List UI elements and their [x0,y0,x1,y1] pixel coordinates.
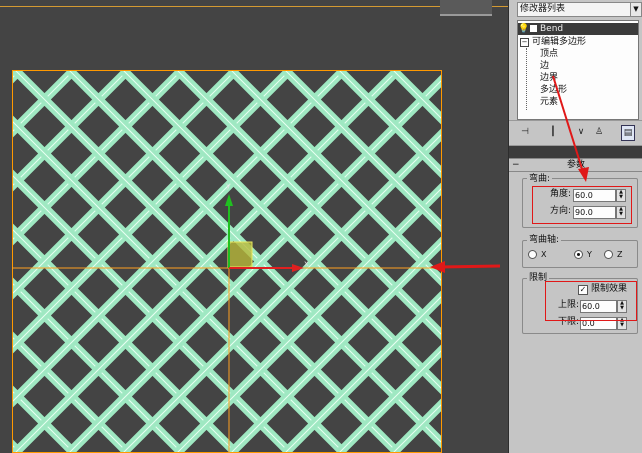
panel-separator [509,146,642,158]
highlight-box-limits [545,281,637,321]
radio-axis-z[interactable] [604,250,613,259]
viewport[interactable]: y x [0,0,508,453]
sub-object-edge[interactable]: 边 [540,60,549,72]
sub-object-vertex[interactable]: 顶点 [540,48,558,60]
parameters-rollout-header[interactable]: − 参数 [509,158,642,172]
radio-axis-y[interactable] [574,250,583,259]
mesh-svg: y x [12,70,442,453]
stack-item-editable-poly-label: 可编辑多边形 [532,37,587,47]
bend-group-title: 弯曲: [527,174,553,184]
viewport-top-border [0,0,508,7]
viewcube-icon[interactable] [440,0,492,16]
parameters-title: 参数 [567,160,586,170]
sub-object-polygon[interactable]: 多边形 [540,84,567,96]
lightbulb-icon[interactable]: 💡 [518,23,529,35]
modifier-stack[interactable]: 💡 Bend − 可编辑多边形 顶点 边 边界 多边形 元素 [517,20,639,120]
sub-object-border[interactable]: 边界 [540,72,558,84]
remove-modifier-icon[interactable]: ♙ [593,125,605,139]
configure-sets-icon[interactable]: ▤ [621,125,635,141]
tree-line [526,48,527,110]
axis-y-label: Y [587,250,592,259]
gizmo-y-arrow-icon [225,194,233,206]
gizmo-x-label: x [304,259,309,268]
highlight-box-bend [532,186,632,224]
radio-axis-x[interactable] [528,250,537,259]
lattice-mesh[interactable]: y x [12,70,442,453]
pin-stack-icon[interactable]: ⊣ [519,125,531,139]
stack-toolbar: ⊣ ┃ ∨ ♙ ▤ [509,120,642,146]
chevron-down-icon[interactable]: ▼ [630,2,642,17]
axis-z-label: Z [617,250,623,259]
show-end-result-icon[interactable]: ┃ [547,125,559,139]
sub-object-element[interactable]: 元素 [540,96,558,108]
gizmo-y-label: y [226,181,231,190]
make-unique-icon[interactable]: ∨ [575,125,587,139]
bend-axis-title: 弯曲轴: [527,235,562,245]
modifier-list-dropdown[interactable]: 修改器列表 [517,2,631,17]
expand-icon[interactable] [530,25,537,32]
gizmo-plane-icon[interactable] [227,241,253,268]
axis-x-label: X [541,250,547,259]
stack-item-bend-label: Bend [540,24,564,34]
rollout-collapse-icon[interactable]: − [512,159,520,171]
collapse-icon[interactable]: − [520,38,529,47]
stack-item-bend[interactable]: 💡 Bend [518,23,638,35]
stack-item-editable-poly[interactable]: − 可编辑多边形 [520,36,586,48]
lattice-lines [12,70,442,453]
